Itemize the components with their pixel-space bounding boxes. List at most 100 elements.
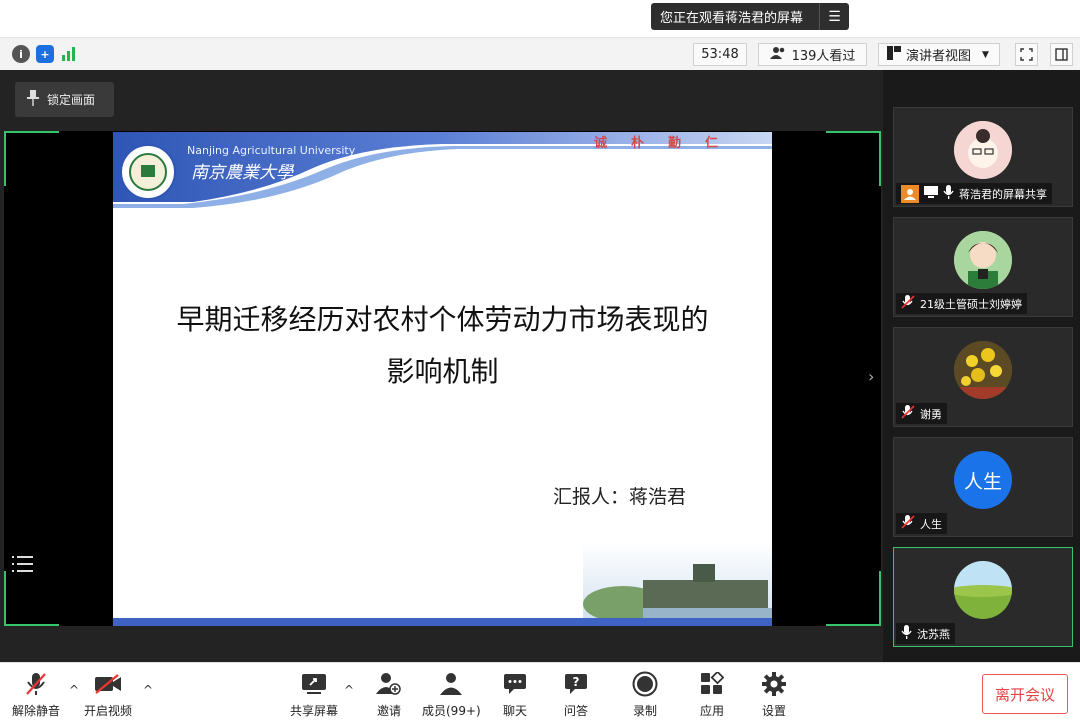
lock-screen-button[interactable]: 锁定画面 <box>15 82 114 117</box>
camera-off-icon <box>93 669 123 699</box>
avatar <box>954 121 1012 179</box>
share-screen-icon <box>299 669 329 699</box>
presentation-slide: Nanjing Agricultural University 南京農業大學 诚… <box>113 132 772 626</box>
settings-button[interactable]: 设置 <box>759 669 789 719</box>
avatar <box>954 341 1012 399</box>
slide-title-line-2: 影响机制 <box>386 355 499 388</box>
participant-namebar: 沈苏燕 <box>896 623 955 644</box>
participant-name: 谢勇 <box>920 407 942 421</box>
svg-text:?: ? <box>573 675 580 689</box>
participant-tile[interactable]: 21级土管硕士刘婷婷 <box>893 217 1073 317</box>
unmute-button[interactable]: 解除静音 <box>12 669 60 719</box>
layout-icon <box>887 45 901 64</box>
share-screen-label: 共享屏幕 <box>290 704 339 718</box>
university-chinese-name: 南京農業大學 <box>191 163 293 183</box>
participant-tile[interactable]: 人生 人生 <box>893 437 1073 537</box>
settings-label: 设置 <box>761 704 786 718</box>
participant-tile[interactable]: 谢勇 <box>893 327 1073 427</box>
panel-toggle-icon[interactable] <box>1050 43 1073 66</box>
slide-title-line-1: 早期迁移经历对农村个体劳动力市场表现的 <box>176 303 709 336</box>
participant-name: 沈苏燕 <box>917 627 950 641</box>
record-label: 录制 <box>632 704 657 718</box>
leave-meeting-button[interactable]: 离开会议 <box>982 674 1068 714</box>
participant-panel: 蒋浩君的屏幕共享 21级土管硕士刘婷婷 谢勇 人生 人生 沈苏燕 <box>883 70 1080 662</box>
start-video-label: 开启视频 <box>84 704 133 718</box>
apps-label: 应用 <box>699 704 724 718</box>
frame-corner-top-left <box>4 131 59 186</box>
share-screen-button[interactable]: 共享屏幕 <box>290 669 338 719</box>
invite-label: 邀请 <box>376 704 401 718</box>
signal-icon[interactable] <box>60 45 78 63</box>
members-label: 成员(99+) <box>422 704 481 718</box>
chat-button[interactable]: 聊天 <box>500 669 530 719</box>
share-options-caret-icon[interactable]: ^ <box>344 683 354 697</box>
slide-reporter: 汇报人：蒋浩君 <box>553 486 687 508</box>
unmute-label: 解除静音 <box>12 704 61 718</box>
list-menu-icon[interactable]: ☰ <box>819 3 849 30</box>
status-bar: i + 53:48 139人看过 演讲者视图 ▼ <box>0 37 1080 70</box>
pin-icon <box>27 90 39 109</box>
slide-title: 早期迁移经历对农村个体劳动力市场表现的 影响机制 <box>113 294 772 398</box>
participant-namebar: 21级土管硕士刘婷婷 <box>896 293 1027 314</box>
shield-icon[interactable]: + <box>36 45 54 63</box>
outline-list-icon[interactable] <box>12 555 37 580</box>
info-icon[interactable]: i <box>12 45 30 63</box>
participant-namebar: 谢勇 <box>896 403 947 424</box>
meeting-toolbar: 解除静音 ^ 开启视频 ^ 共享屏幕 ^ 邀请 成员(99+) 聊天 ? 问答 … <box>0 662 1080 723</box>
microphone-muted-icon <box>21 669 51 699</box>
gear-icon <box>759 669 789 699</box>
chevron-down-icon: ▼ <box>982 49 989 60</box>
screen-share-banner[interactable]: 您正在观看蒋浩君的屏幕 ☰ <box>651 3 849 30</box>
apps-button[interactable]: 应用 <box>697 669 727 719</box>
slide-footer-stripe <box>113 618 772 626</box>
meeting-timer: 53:48 <box>693 43 747 66</box>
viewer-count[interactable]: 139人看过 <box>758 43 867 66</box>
participant-name: 蒋浩君的屏幕共享 <box>959 187 1047 201</box>
fullscreen-icon[interactable] <box>1015 43 1038 66</box>
participant-tile[interactable]: 蒋浩君的屏幕共享 <box>893 107 1073 207</box>
record-icon <box>630 669 660 699</box>
frame-corner-bottom-right <box>826 571 881 626</box>
microphone-muted-icon <box>901 295 915 312</box>
start-video-button[interactable]: 开启视频 <box>84 669 132 719</box>
university-english-name: Nanjing Agricultural University <box>187 144 356 157</box>
university-motto: 诚朴勤仁 <box>593 136 742 151</box>
apps-icon <box>697 669 727 699</box>
audio-options-caret-icon[interactable]: ^ <box>69 683 79 697</box>
avatar <box>954 561 1012 619</box>
screen-share-banner-text: 您正在观看蒋浩君的屏幕 <box>660 11 804 26</box>
shared-screen-stage: 锁定画面 Nanjing Agricultural University 南京農… <box>0 70 883 662</box>
microphone-muted-icon <box>901 405 915 422</box>
microphone-muted-icon <box>901 515 915 532</box>
host-icon <box>901 184 919 203</box>
participant-namebar: 蒋浩君的屏幕共享 <box>896 183 1052 204</box>
participant-namebar: 人生 <box>896 513 947 534</box>
top-bar: 您正在观看蒋浩君的屏幕 ☰ <box>0 0 1080 37</box>
qa-button[interactable]: ? 问答 <box>561 669 591 719</box>
collapse-panel-arrow-icon[interactable]: › <box>868 367 874 386</box>
chat-icon <box>500 669 530 699</box>
invite-user-icon <box>374 669 404 699</box>
chat-label: 聊天 <box>502 704 527 718</box>
microphone-icon <box>943 185 954 202</box>
screen-share-icon <box>924 186 938 201</box>
view-mode-label: 演讲者视图 <box>906 49 972 64</box>
record-button[interactable]: 录制 <box>630 669 660 719</box>
campus-building-image <box>583 542 772 626</box>
qa-label: 问答 <box>563 704 588 718</box>
frame-corner-top-right <box>826 131 881 186</box>
invite-button[interactable]: 邀请 <box>374 669 404 719</box>
participant-name: 21级土管硕士刘婷婷 <box>920 297 1022 311</box>
avatar: 人生 <box>954 451 1012 509</box>
viewer-count-label: 139人看过 <box>791 49 856 64</box>
participant-name: 人生 <box>920 517 942 531</box>
people-icon <box>769 46 786 64</box>
lock-screen-label: 锁定画面 <box>47 93 96 107</box>
view-mode-dropdown[interactable]: 演讲者视图 ▼ <box>878 43 1000 66</box>
avatar <box>954 231 1012 289</box>
members-button[interactable]: 成员(99+) <box>422 669 481 719</box>
members-icon <box>436 669 466 699</box>
video-options-caret-icon[interactable]: ^ <box>143 683 153 697</box>
microphone-icon <box>901 625 912 642</box>
participant-tile-active-speaker[interactable]: 沈苏燕 <box>893 547 1073 647</box>
